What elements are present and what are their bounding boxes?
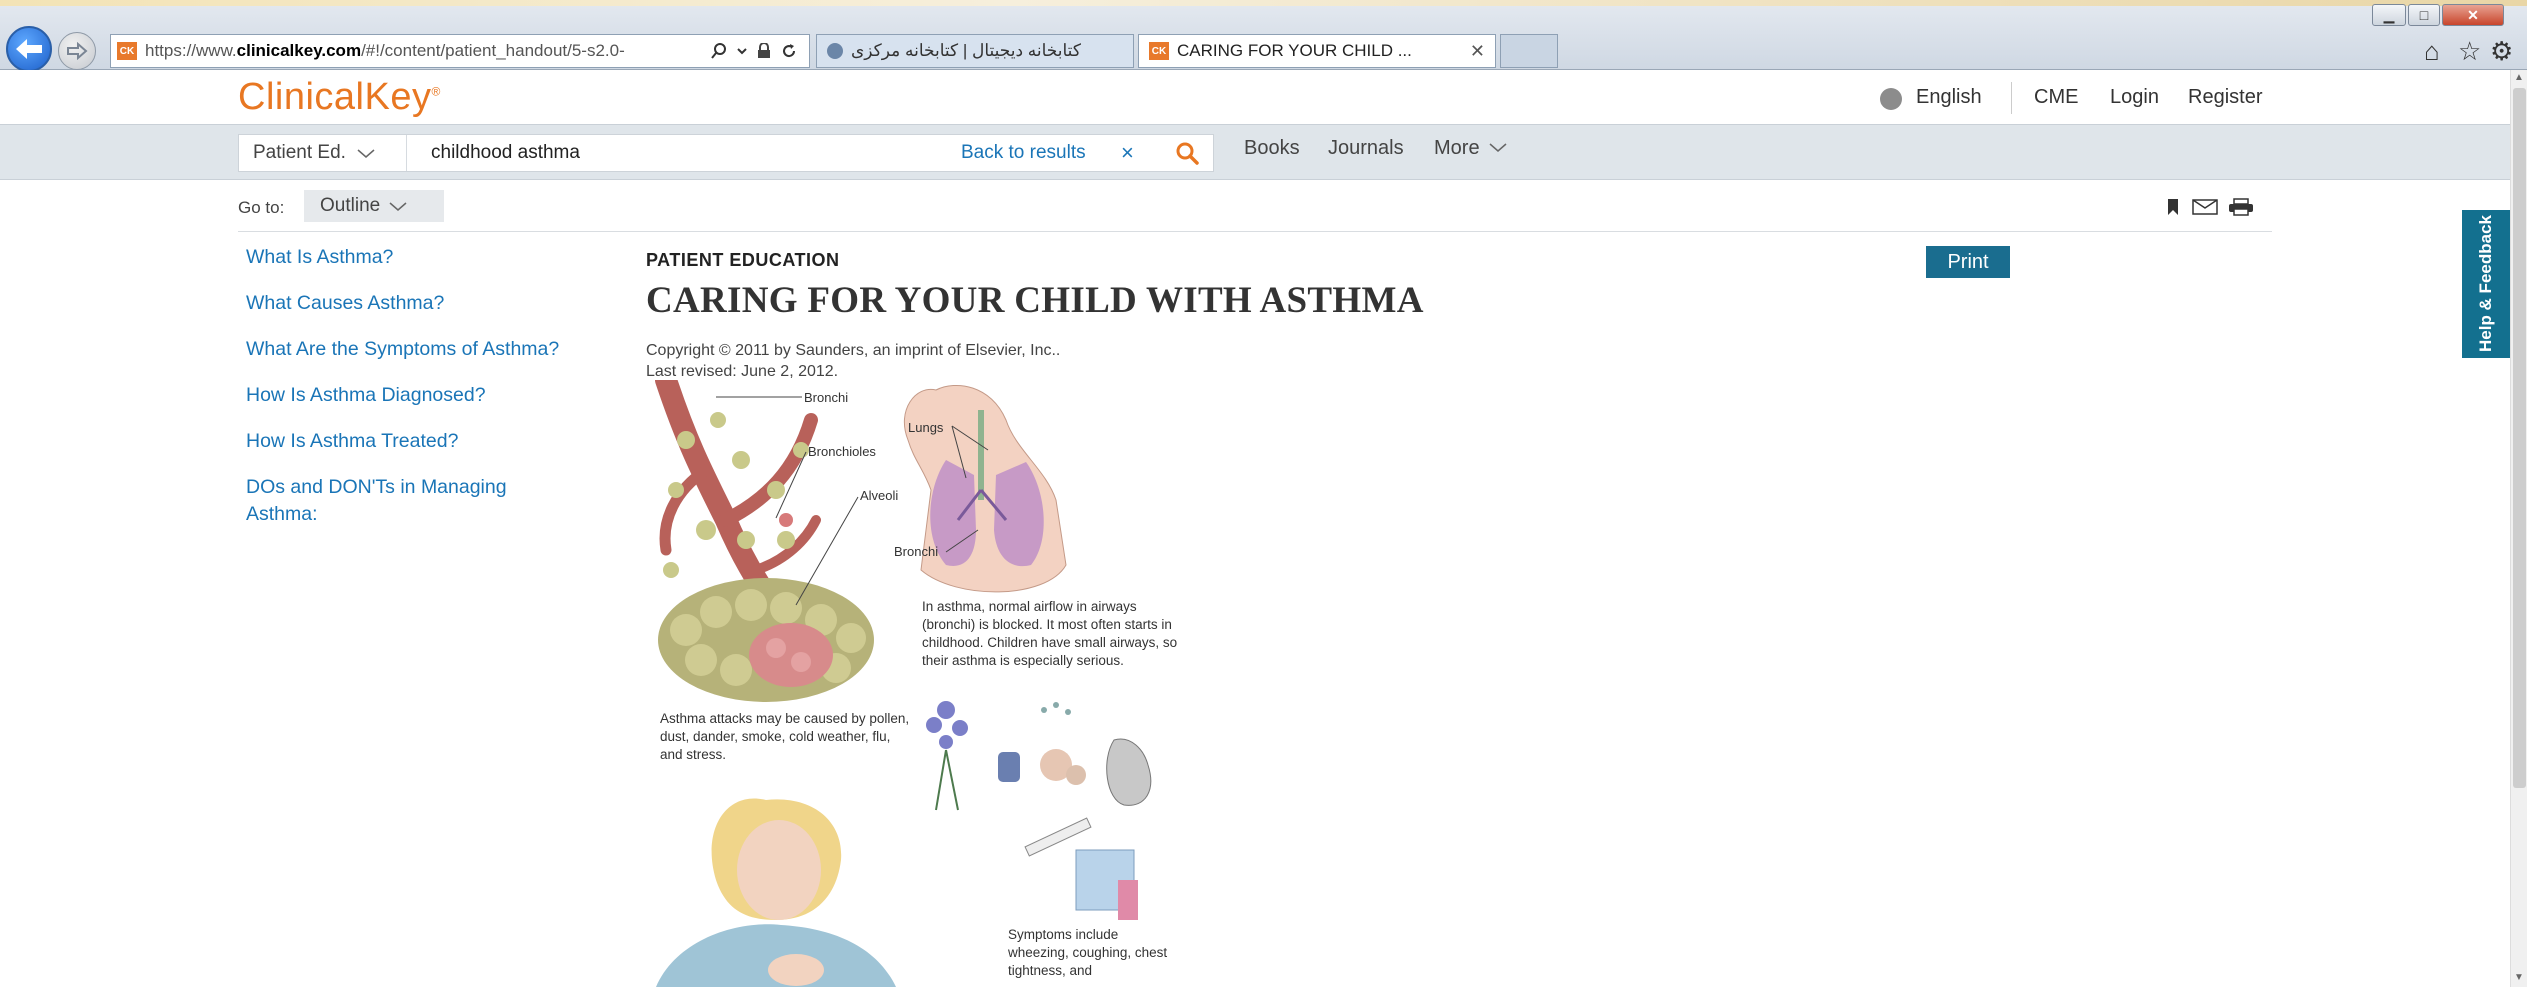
close-window-button[interactable]: ✕ [2442, 4, 2504, 26]
home-icon[interactable]: ⌂ [2424, 36, 2440, 67]
address-url[interactable]: https://www.clinicalkey.com/#!/content/p… [145, 41, 705, 61]
search-strip: Patient Ed. childhood asthma Back to res… [0, 124, 2510, 180]
tab-favicon-icon: CK [1149, 42, 1169, 60]
lock-icon[interactable] [757, 43, 771, 59]
address-bar-icons [711, 43, 797, 59]
minimize-button[interactable]: ▁ [2372, 4, 2406, 26]
search-input[interactable]: childhood asthma [431, 135, 580, 171]
clinicalkey-logo[interactable]: ClinicalKey® [238, 76, 441, 119]
outline-link-diagnosis[interactable]: How Is Asthma Diagnosed? [246, 382, 576, 409]
help-feedback-tab[interactable]: Help & Feedback [2462, 210, 2510, 358]
article-copyright: Copyright © 2011 by Saunders, an imprint… [646, 340, 2026, 382]
language-selector[interactable]: English [1916, 86, 1982, 109]
chevron-down-icon [357, 149, 375, 158]
lungs-anatomy-drawing [903, 384, 1067, 593]
outline-sidebar: What Is Asthma? What Causes Asthma? What… [246, 244, 576, 547]
back-arrow-icon [16, 39, 42, 59]
tab-digital-library[interactable]: کتابخانه دیجیتال | کتابخانه مرکزی [816, 34, 1134, 68]
page-scrollbar[interactable]: ▲ ▼ [2510, 70, 2527, 987]
back-to-results-link[interactable]: Back to results [961, 135, 1086, 171]
login-link[interactable]: Login [2110, 86, 2159, 109]
url-domain: clinicalkey.com [236, 41, 362, 60]
scope-label: Patient Ed. [253, 142, 346, 163]
browser-chrome: CK https://www.clinicalkey.com/#!/conten… [0, 0, 2527, 72]
header-divider [2011, 82, 2012, 114]
caption-airways: In asthma, normal airflow in airways (br… [922, 599, 1178, 668]
outline-label: Outline [320, 195, 381, 216]
clear-search-icon[interactable]: × [1121, 135, 1134, 171]
tab-label: CARING FOR YOUR CHILD ... [1177, 41, 1412, 60]
settings-gear-icon[interactable]: ⚙ [2490, 36, 2513, 67]
outline-dropdown[interactable]: Outline [304, 190, 444, 222]
tab-library-icon [827, 43, 843, 59]
title-strip [0, 0, 2527, 6]
books-link[interactable]: Books [1244, 137, 1300, 160]
asthma-illustration: Bronchi Lungs Bronchioles Alveoli Bronch… [646, 380, 1186, 987]
article-title: CARING FOR YOUR CHILD WITH ASTHMA [646, 280, 1424, 321]
logo-registered-mark: ® [431, 84, 441, 99]
tab-caring-for-your-child[interactable]: CK CARING FOR YOUR CHILD ... ✕ [1138, 34, 1496, 68]
refresh-icon[interactable] [781, 43, 797, 59]
url-prefix: https://www. [145, 41, 237, 60]
tab-label: کتابخانه دیجیتال | کتابخانه مرکزی [851, 41, 1081, 60]
print-icon[interactable] [2228, 198, 2254, 216]
logo-text: ClinicalKey [238, 76, 432, 118]
goto-bar: Go to: Outline [238, 190, 2272, 232]
scroll-down-arrow-icon[interactable]: ▼ [2514, 972, 2524, 983]
caption-symptoms: Symptoms include wheezing, coughing, che… [1008, 927, 1168, 978]
chevron-down-icon[interactable] [737, 43, 747, 59]
search-scope-dropdown[interactable]: Patient Ed. [239, 135, 407, 171]
copyright-line: Copyright © 2011 by Saunders, an imprint… [646, 342, 1061, 359]
asthma-triggers-drawing [926, 701, 1152, 920]
label-bronchioles: Bronchioles [808, 444, 876, 459]
favorites-star-icon[interactable]: ☆ [2458, 36, 2481, 67]
chevron-down-icon [1489, 143, 1507, 152]
article-kicker: PATIENT EDUCATION [646, 250, 840, 270]
back-button[interactable] [6, 26, 52, 72]
register-link[interactable]: Register [2188, 86, 2262, 109]
close-tab-icon[interactable]: ✕ [1470, 41, 1485, 62]
scroll-thumb[interactable] [2513, 88, 2526, 788]
chevron-down-icon [389, 202, 407, 211]
more-menu[interactable]: More [1434, 137, 1508, 160]
search-box: Patient Ed. childhood asthma Back to res… [238, 134, 1214, 172]
article: PATIENT EDUCATION CARING FOR YOUR CHILD … [646, 246, 2026, 382]
site-favicon-icon: CK [117, 42, 137, 60]
revised-line: Last revised: June 2, 2012. [646, 363, 839, 380]
scroll-up-arrow-icon[interactable]: ▲ [2514, 72, 2524, 83]
more-label: More [1434, 137, 1480, 159]
outline-link-dos-and-donts[interactable]: DOs and DON'Ts in Managing Asthma: [246, 474, 576, 528]
forward-arrow-icon [67, 42, 88, 60]
label-bronchi-top: Bronchi [804, 390, 849, 405]
maximize-button[interactable]: □ [2408, 4, 2440, 26]
address-bar[interactable]: CK https://www.clinicalkey.com/#!/conten… [110, 34, 810, 68]
globe-icon [1880, 88, 1902, 110]
journals-link[interactable]: Journals [1328, 137, 1404, 160]
email-icon[interactable] [2192, 198, 2218, 216]
search-icon[interactable] [1175, 141, 1199, 165]
url-path: /#!/content/patient_handout/5-s2.0- [361, 41, 625, 60]
print-button[interactable]: Print [1926, 246, 2010, 278]
forward-button[interactable] [58, 32, 96, 70]
illustration-drawing [655, 380, 1152, 987]
goto-label: Go to: [238, 198, 285, 217]
label-alveoli: Alveoli [860, 488, 899, 503]
search-icon[interactable] [711, 43, 727, 59]
bronchial-tree-drawing [655, 380, 821, 621]
caption-triggers: Asthma attacks may be caused by pollen, … [660, 711, 910, 762]
label-lungs: Lungs [908, 420, 944, 435]
outline-link-what-is-asthma[interactable]: What Is Asthma? [246, 244, 576, 271]
bookmark-icon[interactable] [2160, 198, 2186, 216]
child-figure-drawing [656, 798, 896, 987]
outline-link-treatment[interactable]: How Is Asthma Treated? [246, 428, 576, 455]
outline-link-what-causes-asthma[interactable]: What Causes Asthma? [246, 290, 576, 317]
outline-link-symptoms[interactable]: What Are the Symptoms of Asthma? [246, 336, 576, 363]
new-tab-button[interactable] [1500, 34, 1558, 68]
site-header: ClinicalKey® English CME Login Register [0, 70, 2510, 124]
cme-link[interactable]: CME [2034, 86, 2078, 109]
alveoli-cluster-drawing [658, 578, 874, 702]
label-bronchi-bottom: Bronchi [894, 544, 939, 559]
